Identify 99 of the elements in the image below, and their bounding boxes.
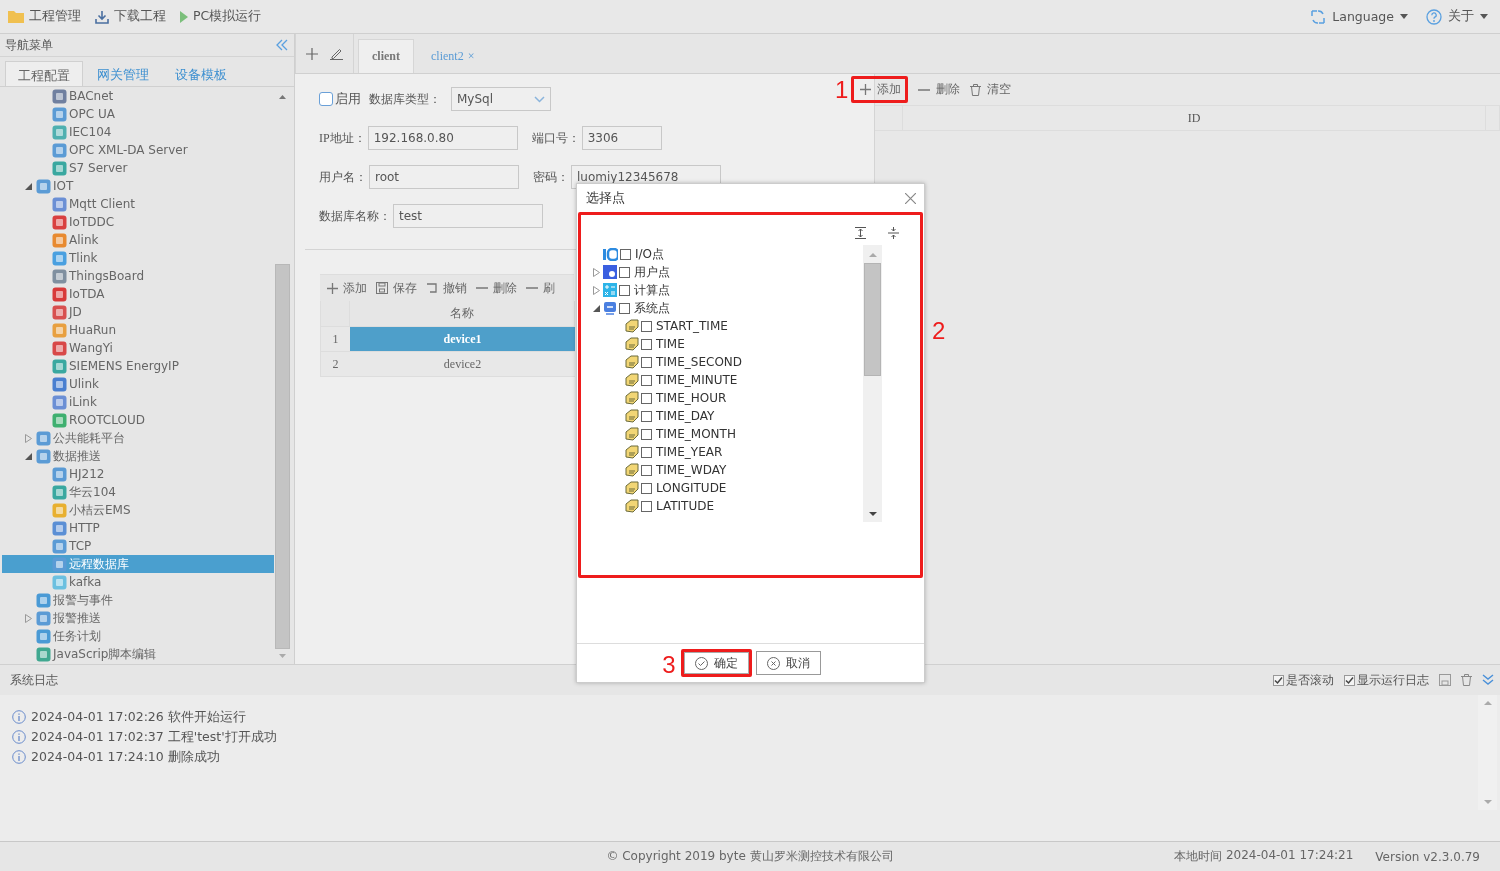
toolbar-button[interactable]: 清空 bbox=[970, 81, 1011, 98]
cancel-button[interactable]: 取消 bbox=[755, 651, 821, 675]
field-label: IP地址： bbox=[319, 129, 366, 147]
toolbar-button[interactable]: 删除 bbox=[918, 81, 960, 98]
tree-item[interactable]: HuaRun bbox=[2, 321, 274, 339]
field-label: 密码： bbox=[533, 168, 569, 186]
annotation-number: 2 bbox=[932, 319, 946, 343]
clock-label: 本地时间 bbox=[1173, 848, 1222, 865]
tree-item[interactable]: 数据推送 bbox=[2, 447, 274, 465]
nav-title: 导航菜单 bbox=[5, 36, 53, 54]
tree-item[interactable]: I/O点 bbox=[591, 245, 863, 263]
column-header: 名称 bbox=[350, 301, 575, 327]
tree-item[interactable]: BACnet bbox=[2, 87, 274, 105]
log-entry: 2024-04-01 17:02:26 软件开始运行 bbox=[31, 708, 246, 726]
tree-item[interactable]: 小桔云EMS bbox=[2, 501, 274, 519]
toolbar-button[interactable]: 删除 bbox=[476, 279, 517, 297]
username-field[interactable]: root bbox=[369, 165, 519, 189]
port-field[interactable]: 3306 bbox=[581, 126, 662, 150]
tree-item[interactable]: HTTP bbox=[2, 519, 274, 537]
project-menu-button[interactable]: 工程管理 bbox=[8, 8, 81, 25]
tree-item[interactable]: 远程数据库 bbox=[2, 555, 274, 573]
enable-checkbox[interactable]: 启用 bbox=[319, 90, 361, 108]
tree-item[interactable]: Alink bbox=[2, 231, 274, 249]
table-cell[interactable]: device1 bbox=[350, 327, 575, 352]
tree-item[interactable]: 计算点 bbox=[591, 281, 863, 299]
toolbar-button[interactable]: 刷 bbox=[526, 279, 555, 297]
tree-item[interactable]: IoTDA bbox=[2, 285, 274, 303]
tree-item[interactable]: JavaScrip脚本编辑 bbox=[2, 645, 274, 663]
tree-item[interactable]: 报警推送 bbox=[2, 609, 274, 627]
tree-item[interactable]: TIME_DAY bbox=[591, 407, 863, 425]
editor-tab[interactable]: client bbox=[358, 39, 414, 73]
tree-item[interactable]: TCP bbox=[2, 537, 274, 555]
confirm-button[interactable]: 确定 bbox=[683, 652, 749, 674]
panel-title: 系统日志 bbox=[10, 671, 59, 689]
tree-item[interactable]: IEC104 bbox=[2, 123, 274, 141]
nav-tab[interactable]: 设备模板 bbox=[163, 61, 239, 86]
tree-item[interactable]: TIME_WDAY bbox=[591, 461, 863, 479]
tree-item[interactable]: LONGITUDE bbox=[591, 479, 863, 497]
tree-item[interactable]: Tlink bbox=[2, 249, 274, 267]
tree-item[interactable]: 公共能耗平台 bbox=[2, 429, 274, 447]
tree-item[interactable]: TIME_MONTH bbox=[591, 425, 863, 443]
field-label: 用户名： bbox=[319, 168, 367, 186]
row-number: 2 bbox=[321, 352, 350, 377]
language-menu[interactable]: Language bbox=[1310, 8, 1408, 25]
nav-tab[interactable]: 工程配置 bbox=[5, 61, 83, 86]
toolbar-button[interactable]: 添加 bbox=[327, 279, 367, 297]
tree-item[interactable]: OPC UA bbox=[2, 105, 274, 123]
table-cell[interactable]: device2 bbox=[350, 352, 575, 377]
tree-item[interactable]: HJ212 bbox=[2, 465, 274, 483]
about-menu[interactable]: 关于 bbox=[1426, 8, 1488, 25]
tree-item[interactable]: TIME_MINUTE bbox=[591, 371, 863, 389]
toolbar-button[interactable]: 添加 bbox=[854, 79, 905, 100]
tree-item[interactable]: S7 Server bbox=[2, 159, 274, 177]
field-label: 数据库名称： bbox=[319, 207, 391, 225]
tree-item[interactable]: ROOTCLOUD bbox=[2, 411, 274, 429]
option-checkbox[interactable]: 显示运行日志 bbox=[1344, 671, 1429, 689]
tree-item[interactable]: 系统点 bbox=[591, 299, 863, 317]
tree-item[interactable]: 任务计划 bbox=[2, 627, 274, 645]
tree-item[interactable]: iLink bbox=[2, 393, 274, 411]
tree-item[interactable]: LATITUDE bbox=[591, 497, 863, 515]
field-label: 数据库类型： bbox=[369, 90, 441, 108]
annotation-number: 3 bbox=[662, 653, 676, 677]
simulate-run-button[interactable]: PC模拟运行 bbox=[180, 8, 262, 25]
row-number: 1 bbox=[321, 327, 350, 352]
option-checkbox[interactable]: 是否滚动 bbox=[1273, 671, 1334, 689]
tree-item[interactable]: Ulink bbox=[2, 375, 274, 393]
tree-item[interactable]: Mqtt Client bbox=[2, 195, 274, 213]
copyright-text: © Copyright 2019 byte 黄山罗米测控技术有限公司 bbox=[606, 849, 894, 863]
log-entry: 2024-04-01 17:02:37 工程'test'打开成功 bbox=[31, 728, 277, 746]
tree-item[interactable]: OPC XML-DA Server bbox=[2, 141, 274, 159]
tree-item[interactable]: SIEMENS EnergyIP bbox=[2, 357, 274, 375]
tree-item[interactable]: kafka bbox=[2, 573, 274, 591]
tree-item[interactable]: ThingsBoard bbox=[2, 267, 274, 285]
clock-text: 2024-04-01 17:24:21 bbox=[1225, 848, 1354, 864]
tree-item[interactable]: JD bbox=[2, 303, 274, 321]
version-text: Version v2.3.0.79 bbox=[1375, 849, 1480, 864]
annotation-number: 1 bbox=[835, 77, 849, 102]
db-type-select[interactable]: MySql bbox=[451, 87, 551, 111]
tree-item[interactable]: 报警与事件 bbox=[2, 591, 274, 609]
tree-item[interactable]: 华云104 bbox=[2, 483, 274, 501]
ip-field[interactable]: 192.168.0.80 bbox=[367, 126, 518, 150]
tree-item[interactable]: TIME_YEAR bbox=[591, 443, 863, 461]
tree-item[interactable]: TIME_HOUR bbox=[591, 389, 863, 407]
dialog-title: 选择点 bbox=[586, 189, 625, 207]
tree-item[interactable]: IOT bbox=[2, 177, 274, 195]
download-project-button[interactable]: 下载工程 bbox=[95, 8, 166, 25]
toolbar-button[interactable]: 撤销 bbox=[426, 279, 467, 297]
tree-item[interactable]: TIME bbox=[591, 335, 863, 353]
tree-item[interactable]: IoTDDC bbox=[2, 213, 274, 231]
tree-item[interactable]: TIME_SECOND bbox=[591, 353, 863, 371]
tree-item[interactable]: 用户点 bbox=[591, 263, 863, 281]
toolbar-button[interactable]: 保存 bbox=[376, 279, 417, 297]
nav-tab[interactable]: 网关管理 bbox=[85, 61, 161, 86]
tree-item[interactable]: START_TIME bbox=[591, 317, 863, 335]
db-name-field[interactable]: test bbox=[393, 204, 543, 228]
log-entry: 2024-04-01 17:24:10 删除成功 bbox=[31, 748, 220, 766]
column-header: ID bbox=[903, 106, 1486, 130]
tree-item[interactable]: WangYi bbox=[2, 339, 274, 357]
field-label: 端口号： bbox=[531, 129, 580, 147]
